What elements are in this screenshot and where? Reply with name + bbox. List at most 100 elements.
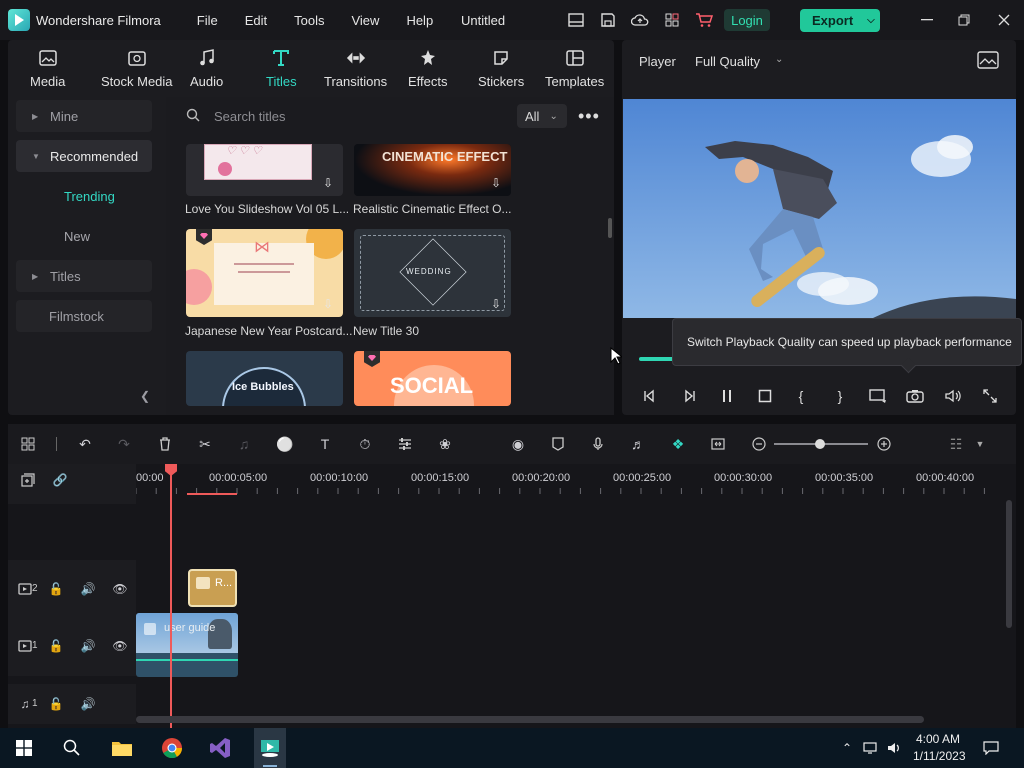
- timer-icon[interactable]: ⏱: [355, 434, 375, 454]
- link-icon[interactable]: 🔗: [51, 471, 69, 489]
- download-icon[interactable]: ⇩: [323, 176, 337, 190]
- adjust-icon[interactable]: [395, 434, 415, 454]
- network-icon[interactable]: [863, 740, 879, 756]
- track-layout-icon[interactable]: ☷: [946, 434, 966, 454]
- download-icon[interactable]: ⇩: [491, 297, 505, 311]
- sidebar-item-recommended[interactable]: ▼ Recommended: [16, 140, 152, 172]
- cart-icon[interactable]: [694, 10, 714, 30]
- menu-file[interactable]: File: [197, 13, 218, 28]
- sidebar-item-filmstock[interactable]: Filmstock: [16, 300, 152, 332]
- thumb-cinematic[interactable]: CINEMATIC EFFECT ⇩: [354, 144, 511, 196]
- search-icon[interactable]: [58, 734, 86, 762]
- playhead[interactable]: [170, 464, 172, 728]
- prev-frame-icon[interactable]: [640, 386, 660, 406]
- display-icon[interactable]: [868, 386, 888, 406]
- download-icon[interactable]: ⇩: [491, 176, 505, 190]
- collapse-sidebar-icon[interactable]: ❮: [140, 389, 150, 403]
- eye-icon[interactable]: 👁: [111, 637, 129, 655]
- tab-stock-media[interactable]: Stock Media: [101, 40, 173, 97]
- next-frame-icon[interactable]: [679, 386, 699, 406]
- restore-icon[interactable]: [954, 10, 974, 30]
- tab-effects[interactable]: Effects: [408, 40, 448, 97]
- stop-icon[interactable]: [755, 386, 775, 406]
- audio-detach-icon[interactable]: ♫: [234, 434, 254, 454]
- menu-tools[interactable]: Tools: [294, 13, 324, 28]
- mark-in-icon[interactable]: {: [791, 386, 811, 406]
- camera-icon[interactable]: [905, 386, 925, 406]
- tab-titles[interactable]: Titles: [266, 40, 297, 97]
- zoom-in-icon[interactable]: [874, 434, 894, 454]
- sidebar-item-new[interactable]: New: [64, 229, 90, 244]
- snap-icon[interactable]: ❖: [668, 434, 688, 454]
- audio-wave-icon[interactable]: ❀: [435, 434, 455, 454]
- menu-view[interactable]: View: [351, 13, 379, 28]
- speaker-icon[interactable]: 🔊: [79, 580, 97, 598]
- tab-audio[interactable]: Audio: [190, 40, 223, 97]
- microphone-icon[interactable]: [588, 434, 608, 454]
- tray-chevron-up-icon[interactable]: ⌃: [839, 740, 855, 756]
- fullscreen-icon[interactable]: [980, 386, 1000, 406]
- library-scrollbar[interactable]: [608, 218, 612, 238]
- pause-icon[interactable]: [717, 386, 737, 406]
- menu-edit[interactable]: Edit: [245, 13, 267, 28]
- menu-help[interactable]: Help: [406, 13, 433, 28]
- speaker-icon[interactable]: 🔊: [79, 637, 97, 655]
- notification-icon[interactable]: [983, 740, 999, 756]
- tag-icon[interactable]: ⚪: [275, 434, 295, 454]
- text-tool-icon[interactable]: T: [315, 434, 335, 454]
- thumb-new-title-30[interactable]: WEDDING ⇩: [354, 229, 511, 317]
- visual-studio-icon[interactable]: [206, 734, 234, 762]
- quality-dropdown[interactable]: Full Quality: [695, 54, 760, 69]
- render-icon[interactable]: ◉: [508, 434, 528, 454]
- save-icon[interactable]: [598, 10, 618, 30]
- thumb-japanese-new-year[interactable]: ⋈ ⇩: [186, 229, 343, 317]
- lock-icon[interactable]: 🔓: [47, 580, 65, 598]
- thumb-ice-bubbles[interactable]: Ice Bubbles: [186, 351, 343, 406]
- taskbar-date[interactable]: 1/11/2023: [913, 749, 966, 763]
- zoom-slider-knob[interactable]: [815, 439, 825, 449]
- download-icon[interactable]: ⇩: [323, 297, 337, 311]
- file-explorer-icon[interactable]: [108, 734, 136, 762]
- close-icon[interactable]: [994, 10, 1014, 30]
- tab-templates[interactable]: Templates: [545, 40, 604, 97]
- snapshot-view-icon[interactable]: [977, 51, 999, 69]
- thumb-love-you[interactable]: ♡ ♡ ♡ ⇩: [186, 144, 343, 196]
- tab-transitions[interactable]: Transitions: [324, 40, 387, 97]
- sidebar-item-titles[interactable]: ▶ Titles: [16, 260, 152, 292]
- timeline-ruler[interactable]: [136, 486, 1004, 494]
- marker-icon[interactable]: [548, 434, 568, 454]
- thumb-social[interactable]: SOCIAL: [354, 351, 511, 406]
- chevron-down-icon[interactable]: ⌄: [775, 54, 783, 65]
- volume-icon[interactable]: [943, 386, 963, 406]
- layout-icon[interactable]: [566, 10, 586, 30]
- lock-icon[interactable]: 🔓: [47, 695, 65, 713]
- search-input[interactable]: Search titles: [214, 109, 286, 124]
- login-button[interactable]: Login: [724, 9, 770, 31]
- cloud-upload-icon[interactable]: [630, 10, 650, 30]
- add-track-icon[interactable]: [19, 471, 37, 489]
- export-button[interactable]: Export ⌵: [800, 9, 880, 32]
- search-box[interactable]: Search titles: [178, 104, 508, 128]
- timeline-vertical-scrollbar[interactable]: [1006, 500, 1012, 628]
- filter-dropdown[interactable]: All ⌄: [517, 104, 567, 128]
- chevron-down-icon[interactable]: ▼: [970, 434, 990, 454]
- lock-icon[interactable]: 🔓: [47, 637, 65, 655]
- audio-mixer-icon[interactable]: ♬: [628, 434, 648, 454]
- redo-icon[interactable]: ↷: [114, 434, 134, 454]
- delete-icon[interactable]: [155, 434, 175, 454]
- taskbar-time[interactable]: 4:00 AM: [916, 732, 960, 746]
- sidebar-item-mine[interactable]: ▶ Mine: [16, 100, 152, 132]
- eye-icon[interactable]: 👁: [111, 580, 129, 598]
- tab-stickers[interactable]: Stickers: [478, 40, 524, 97]
- cut-icon[interactable]: ✂: [195, 434, 215, 454]
- fit-icon[interactable]: [708, 434, 728, 454]
- minimize-icon[interactable]: [917, 10, 937, 30]
- chrome-icon[interactable]: [158, 734, 186, 762]
- mark-out-icon[interactable]: }: [830, 386, 850, 406]
- zoom-out-icon[interactable]: [749, 434, 769, 454]
- sidebar-item-trending[interactable]: Trending: [64, 189, 115, 204]
- windows-start-icon[interactable]: [10, 734, 38, 762]
- more-options-icon[interactable]: •••: [578, 106, 600, 127]
- apps-grid-icon[interactable]: [662, 10, 682, 30]
- volume-tray-icon[interactable]: [886, 740, 902, 756]
